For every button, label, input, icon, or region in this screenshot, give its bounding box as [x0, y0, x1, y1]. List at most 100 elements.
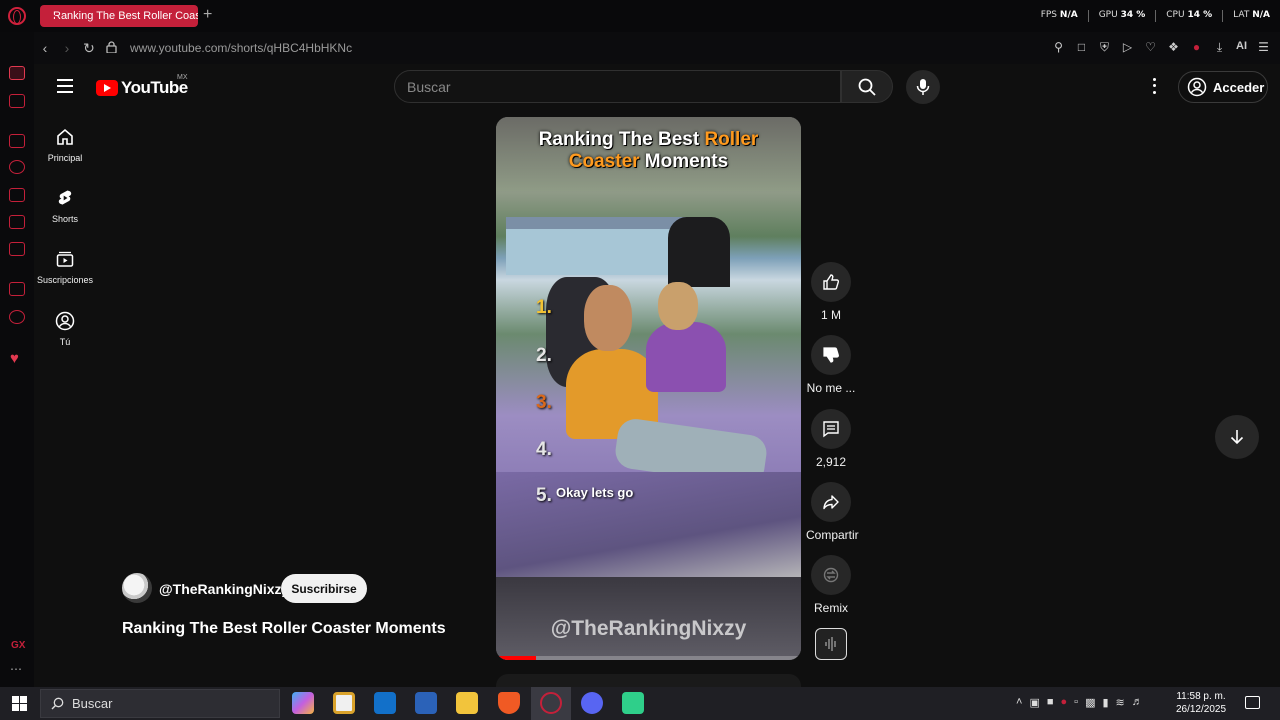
search-input[interactable] — [407, 78, 840, 95]
subscribe-button[interactable]: Suscribirse — [281, 574, 367, 603]
video-player-icon[interactable] — [9, 134, 25, 148]
next-short-preview[interactable] — [496, 674, 801, 687]
home-icon[interactable] — [9, 66, 25, 80]
search-icon — [858, 78, 876, 96]
share-button[interactable]: Compartir — [806, 482, 859, 542]
guide-menu-icon[interactable] — [57, 79, 73, 93]
dislike-button[interactable]: No me ... — [806, 335, 856, 395]
wifi-icon[interactable]: ≋ — [1116, 696, 1125, 709]
remix-label: Remix — [813, 601, 848, 615]
url-field[interactable]: www.youtube.com/shorts/qHBC4HbHKNc — [130, 41, 352, 55]
rider-purple-shirt — [646, 322, 726, 392]
video-progress-track[interactable] — [496, 656, 801, 660]
like-button[interactable]: 1 M — [806, 262, 856, 322]
lock-icon[interactable] — [100, 40, 122, 56]
divider — [1222, 10, 1224, 22]
tray-app-icon[interactable]: ● — [1061, 696, 1068, 709]
fps-readout: FPS N/A — [1040, 10, 1078, 20]
opera-menu-icon[interactable] — [8, 7, 26, 25]
search-input-container[interactable] — [394, 70, 841, 103]
more-icon[interactable]: ⋯ — [10, 662, 22, 676]
thumbs-up-icon — [823, 274, 840, 290]
word-icon[interactable] — [415, 692, 437, 714]
gpu-readout: GPU 34 % — [1098, 10, 1146, 20]
account-circle-icon — [1187, 77, 1207, 97]
browser-tab-active[interactable]: Ranking The Best Roller Coaster Moments … — [40, 5, 198, 27]
microsoft-store-icon[interactable] — [333, 692, 355, 714]
gx-logo-icon[interactable]: GX — [11, 640, 25, 651]
remix-button[interactable]: Remix — [806, 555, 856, 615]
whatsapp-icon[interactable] — [9, 310, 25, 324]
extensions-icon[interactable]: ❖ — [1167, 40, 1180, 55]
settings-more-icon[interactable] — [1146, 76, 1162, 96]
battery-icon[interactable]: ▮ — [1102, 696, 1108, 709]
channel-avatar[interactable] — [122, 573, 152, 603]
twitch-icon[interactable] — [9, 282, 25, 296]
channel-name[interactable]: @TheRankingNixzy — [159, 581, 289, 597]
ai-button[interactable]: AI — [1236, 40, 1247, 55]
download-icon[interactable]: ⤓ — [1213, 40, 1226, 55]
bookmark-heart-icon[interactable]: ♡ — [1144, 40, 1157, 55]
guide-item-shorts[interactable]: Shorts — [35, 188, 95, 224]
voice-search-button[interactable] — [906, 70, 940, 104]
profile-icon[interactable]: ● — [1190, 40, 1203, 55]
guide-item-you[interactable]: Tú — [35, 311, 95, 347]
adblock-shield-icon[interactable]: ⛨ — [1098, 40, 1111, 55]
taskbar-search[interactable]: Buscar — [40, 689, 280, 718]
guide-label: Shorts — [51, 214, 78, 224]
account-circle-icon — [55, 311, 75, 331]
next-short-button[interactable] — [1215, 415, 1259, 459]
tray-app-icon[interactable]: ▣ — [1029, 696, 1039, 709]
flow-send-icon[interactable]: ▷ — [1121, 40, 1134, 55]
youtube-logo[interactable]: YouTube — [96, 78, 188, 98]
discord-icon[interactable] — [581, 692, 603, 714]
app-icon[interactable] — [622, 692, 644, 714]
short-video-player[interactable]: Ranking The Best Roller Coaster Moments … — [496, 117, 801, 660]
subscriptions-icon — [56, 251, 74, 267]
back-icon[interactable]: ‹ — [34, 40, 56, 56]
copilot-icon[interactable] — [292, 692, 314, 714]
signin-label: Acceder — [1213, 79, 1265, 95]
cleaner-icon[interactable] — [9, 215, 25, 229]
signin-button[interactable]: Acceder — [1178, 71, 1268, 103]
arrow-down-icon — [1230, 430, 1244, 445]
opera-gx-icon[interactable] — [540, 692, 562, 714]
windows-start-icon[interactable] — [12, 696, 27, 711]
remix-icon — [823, 567, 839, 583]
performance-readout: FPS N/A GPU 34 % CPU 14 % LAT N/A — [1041, 10, 1270, 22]
brave-icon[interactable] — [498, 692, 520, 714]
easy-setup-menu-icon[interactable]: ☰ — [1257, 40, 1270, 55]
tab-title: Ranking The Best Roller Coaster Moments … — [53, 10, 198, 22]
volume-icon[interactable]: ♬ — [1132, 696, 1143, 709]
tray-app-icon[interactable]: ▩ — [1085, 696, 1095, 709]
search-button[interactable] — [841, 70, 893, 103]
new-tab-button[interactable]: + — [203, 6, 212, 24]
video-progress-fill — [496, 656, 536, 660]
messenger-icon[interactable] — [9, 242, 25, 256]
outlook-icon[interactable] — [374, 692, 396, 714]
history-icon[interactable] — [9, 160, 25, 174]
short-title[interactable]: Ranking The Best Roller Coaster Moments — [122, 620, 446, 638]
gx-control-icon[interactable] — [9, 188, 25, 202]
forward-icon[interactable]: › — [56, 40, 78, 56]
file-explorer-icon[interactable] — [456, 692, 478, 714]
comments-button[interactable]: 2,912 — [806, 409, 856, 469]
guide-item-home[interactable]: Principal — [35, 127, 95, 163]
gx-corner-icon[interactable] — [9, 94, 25, 108]
tray-app-icon[interactable]: ▫ — [1074, 696, 1078, 709]
audio-track-button[interactable] — [815, 628, 847, 660]
snapshot-icon[interactable]: □ — [1075, 40, 1088, 55]
rank-number: 4. — [536, 439, 552, 460]
reload-icon[interactable]: ↻ — [78, 40, 100, 57]
divider — [1087, 10, 1089, 22]
guide-item-subscriptions[interactable]: Suscripciones — [35, 249, 95, 285]
tray-app-icon[interactable]: ■ — [1047, 696, 1054, 709]
address-bar-tools: ⚲ □ ⛨ ▷ ♡ ❖ ● ⤓ AI ☰ — [1052, 40, 1270, 55]
pin-icon[interactable]: ⚲ — [1052, 40, 1065, 55]
youtube-play-icon — [96, 80, 118, 96]
notifications-icon[interactable] — [1245, 696, 1260, 709]
heart-icon[interactable]: ♥ — [10, 350, 19, 367]
youtube-wordmark: YouTube — [121, 78, 188, 97]
taskbar-clock[interactable]: 11:58 p. m. 26/12/2025 — [1170, 690, 1232, 716]
chevron-up-icon[interactable]: ˄ — [1016, 696, 1022, 709]
